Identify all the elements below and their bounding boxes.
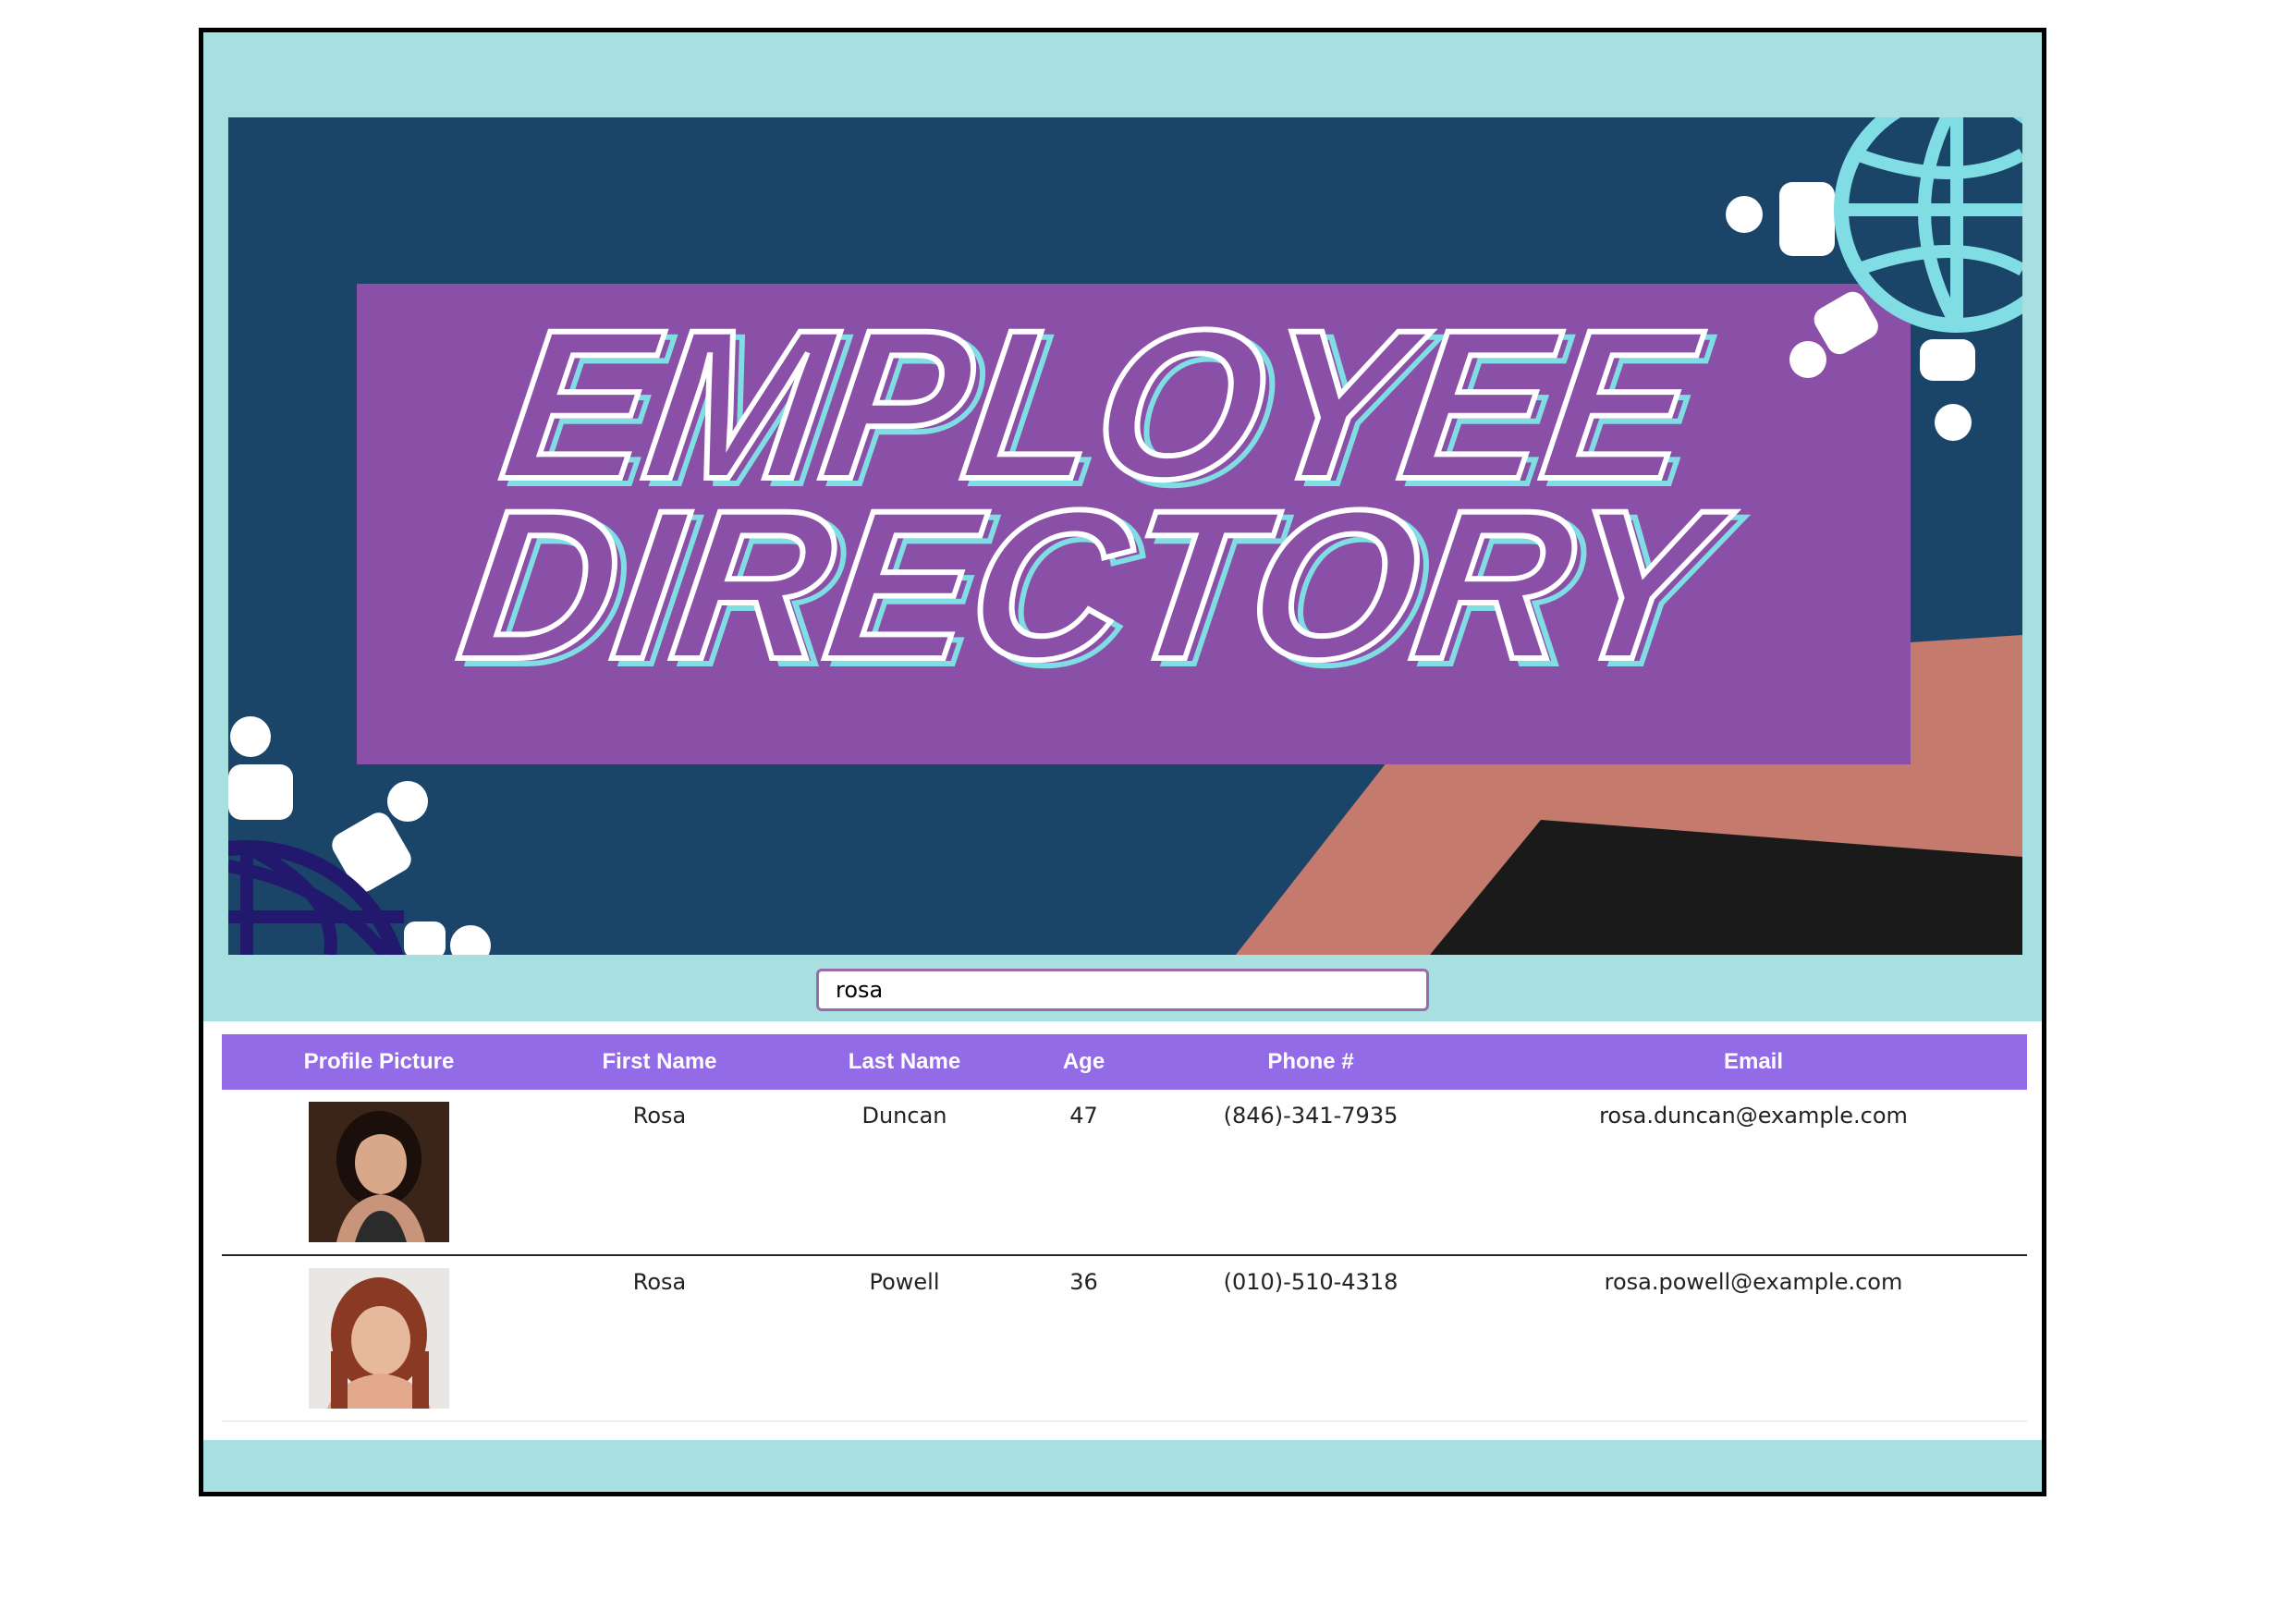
header-age[interactable]: Age bbox=[1026, 1034, 1142, 1090]
last-name-cell: Powell bbox=[783, 1255, 1026, 1422]
profile-picture-cell bbox=[222, 1090, 536, 1256]
search-bar bbox=[203, 955, 2042, 1021]
first-name-cell: Rosa bbox=[536, 1090, 783, 1256]
table-row: Rosa Powell 36 (010)-510-4318 rosa.powel… bbox=[222, 1255, 2027, 1422]
header-profile-picture[interactable]: Profile Picture bbox=[222, 1034, 536, 1090]
banner-graphic: EMPLOYEE EMPLOYEE DIRECTORY DIRECTORY bbox=[228, 117, 2022, 955]
last-name-cell: Duncan bbox=[783, 1090, 1026, 1256]
header-phone[interactable]: Phone # bbox=[1142, 1034, 1480, 1090]
email-cell: rosa.powell@example.com bbox=[1480, 1255, 2027, 1422]
header-email[interactable]: Email bbox=[1480, 1034, 2027, 1090]
directory-banner: EMPLOYEE EMPLOYEE DIRECTORY DIRECTORY bbox=[228, 117, 2022, 955]
email-cell: rosa.duncan@example.com bbox=[1480, 1090, 2027, 1256]
avatar bbox=[309, 1268, 449, 1409]
phone-cell: (010)-510-4318 bbox=[1142, 1255, 1480, 1422]
table-header-row: Profile Picture First Name Last Name Age… bbox=[222, 1034, 2027, 1090]
app-frame: EMPLOYEE EMPLOYEE DIRECTORY DIRECTORY ro… bbox=[199, 28, 2046, 1496]
title-line2: DIRECTORY bbox=[448, 466, 1742, 703]
age-cell: 47 bbox=[1026, 1090, 1142, 1256]
table-row: Rosa Duncan 47 (846)-341-7935 rosa.dunca… bbox=[222, 1090, 2027, 1256]
phone-cell: (846)-341-7935 bbox=[1142, 1090, 1480, 1256]
header-first-name[interactable]: First Name bbox=[536, 1034, 783, 1090]
age-cell: 36 bbox=[1026, 1255, 1142, 1422]
header-last-name[interactable]: Last Name bbox=[783, 1034, 1026, 1090]
avatar bbox=[309, 1102, 449, 1242]
first-name-cell: Rosa bbox=[536, 1255, 783, 1422]
search-input[interactable] bbox=[816, 969, 1429, 1011]
profile-picture-cell bbox=[222, 1255, 536, 1422]
employee-table: Profile Picture First Name Last Name Age… bbox=[222, 1034, 2027, 1422]
employee-table-area: Profile Picture First Name Last Name Age… bbox=[203, 1021, 2042, 1440]
